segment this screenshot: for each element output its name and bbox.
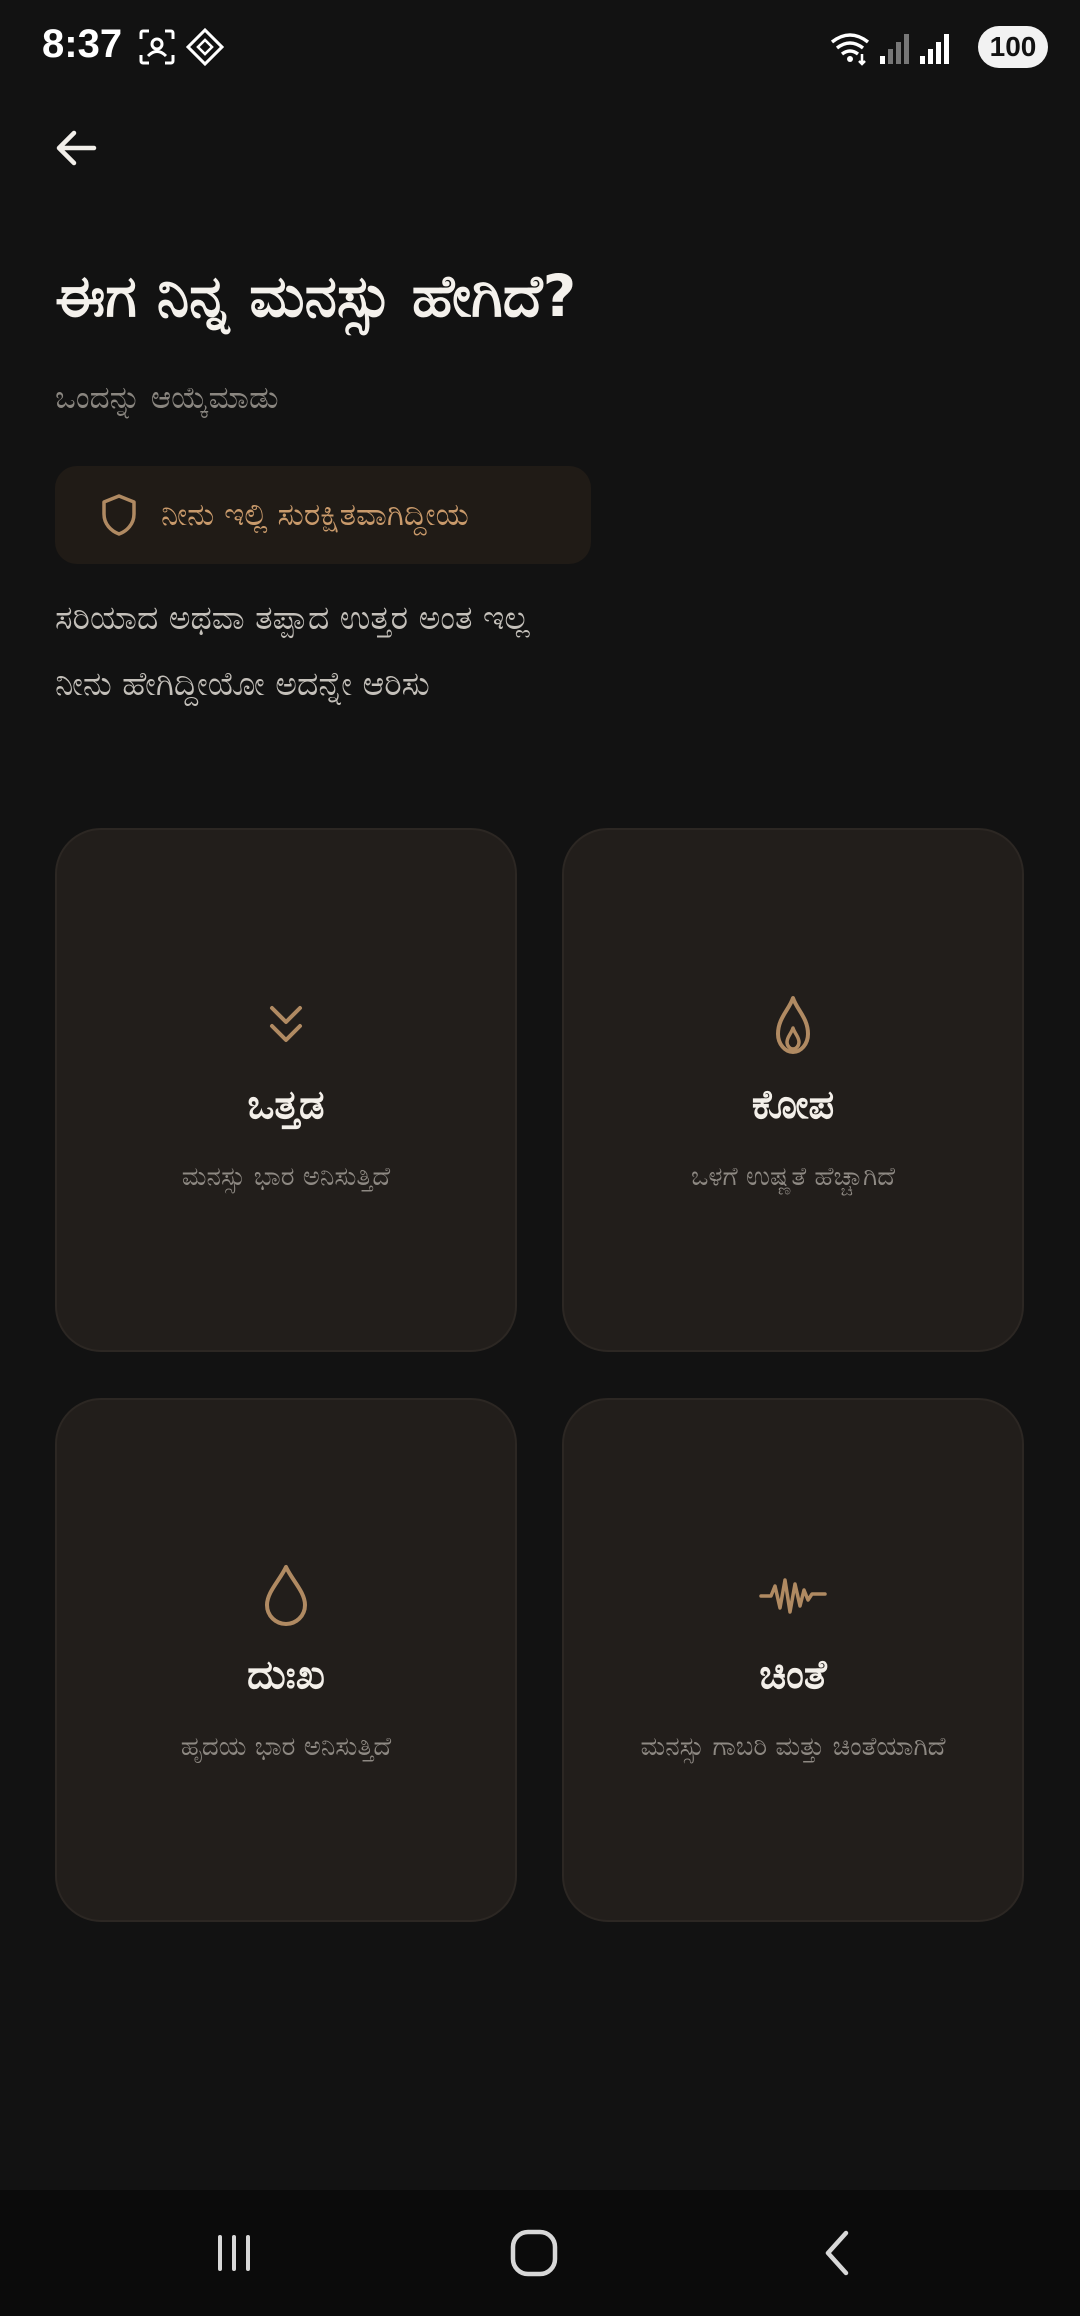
chevrons-down-icon xyxy=(270,1006,302,1042)
reassurance-line: ನೀನು ಹೇಗಿದ್ದೀಯೋ ಅದನ್ನೇ ಆರಿಸು xyxy=(55,664,430,703)
status-time: 8:37 xyxy=(42,22,123,66)
recent-apps-icon xyxy=(218,2235,250,2271)
back-nav-button[interactable] xyxy=(738,2190,938,2316)
mood-card-stress[interactable]: ಒತ್ತಡ ಮನಸ್ಸು ಭಾರ ಅನಿಸುತ್ತಿದೆ xyxy=(55,828,517,1352)
assistant-icon xyxy=(186,28,224,66)
mood-card-title: ಚಿಂತೆ xyxy=(759,1652,827,1698)
signal-icon xyxy=(920,34,949,64)
waveform-icon xyxy=(759,1578,827,1614)
mood-card-sadness[interactable]: ದುಃಖ ಹೃದಯ ಭಾರ ಅನಿಸುತ್ತಿದೆ xyxy=(55,1398,517,1922)
home-icon xyxy=(510,2229,558,2277)
recent-apps-button[interactable] xyxy=(134,2190,334,2316)
screenshot-icon xyxy=(139,29,175,65)
flame-icon xyxy=(776,996,810,1054)
mood-card-title: ದುಃಖ xyxy=(247,1652,325,1698)
droplet-icon xyxy=(265,1565,307,1626)
wifi-icon xyxy=(830,33,870,66)
page-title: ಈಗ ನಿನ್ನ ಮನಸ್ಸು ಹೇಗಿದೆ? xyxy=(55,262,577,330)
page-subtitle: ಒಂದನ್ನು ಆಯ್ಕೆಮಾಡು xyxy=(55,380,279,416)
mood-card-description: ಒಳಗೆ ಉಷ್ಣತೆ ಹೆಚ್ಚಾಗಿದೆ xyxy=(690,1162,896,1192)
status-right-group: 100 xyxy=(828,24,1048,72)
status-bar: 8:37 100 xyxy=(0,0,1080,96)
mood-card-anger[interactable]: ಕೋಪ ಒಳಗೆ ಉಷ್ಣತೆ ಹೆಚ್ಚಾಗಿದೆ xyxy=(562,828,1024,1352)
safe-badge: ನೀನು ಇಲ್ಲಿ ಸುರಕ್ಷಿತವಾಗಿದ್ದೀಯ xyxy=(55,466,591,564)
reassurance-line: ಸರಿಯಾದ ಅಥವಾ ತಪ್ಪಾದ ಉತ್ತರ ಅಂತ ಇಲ್ಲ xyxy=(55,598,530,637)
back-icon xyxy=(825,2230,849,2276)
back-button[interactable] xyxy=(40,112,112,184)
arrow-left-icon xyxy=(56,130,97,166)
mood-card-title: ಕೋಪ xyxy=(751,1082,835,1128)
mood-card-title: ಒತ್ತಡ xyxy=(247,1082,325,1128)
mood-card-description: ಮನಸ್ಸು ಭಾರ ಅನಿಸುತ್ತಿದೆ xyxy=(181,1162,391,1192)
safe-badge-text: ನೀನು ಇಲ್ಲಿ ಸುರಕ್ಷಿತವಾಗಿದ್ದೀಯ xyxy=(161,496,469,533)
home-button[interactable] xyxy=(434,2190,634,2316)
mood-card-anxiety[interactable]: ಚಿಂತೆ ಮನಸ್ಸು ಗಾಬರಿ ಮತ್ತು ಚಿಂತೆಯಾಗಿದೆ xyxy=(562,1398,1024,1922)
battery-icon: 100 xyxy=(978,26,1048,68)
signal-icon xyxy=(880,34,909,64)
system-nav-bar xyxy=(0,2190,1080,2316)
shield-icon xyxy=(102,494,136,536)
mood-card-description: ಮನಸ್ಸು ಗಾಬರಿ ಮತ್ತು ಚಿಂತೆಯಾಗಿದೆ xyxy=(640,1732,946,1762)
mood-card-description: ಹೃದಯ ಭಾರ ಅನಿಸುತ್ತಿದೆ xyxy=(180,1732,392,1762)
